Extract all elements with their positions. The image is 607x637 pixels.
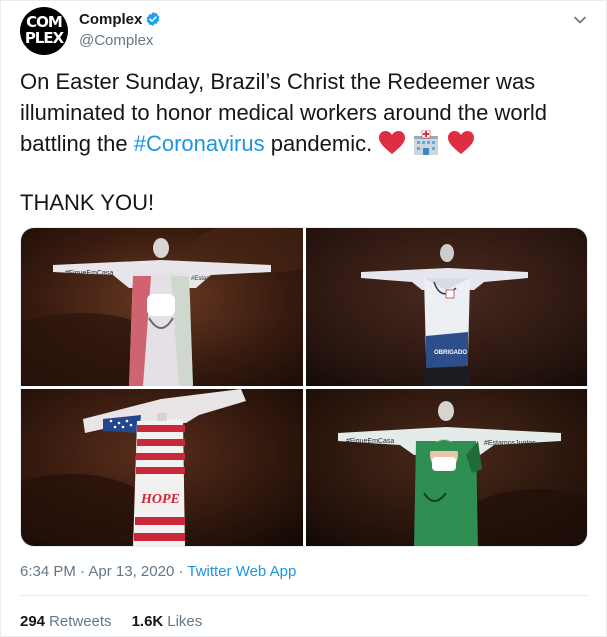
tweet-meta: 6:34 PM · Apr 13, 2020 · Twitter Web App bbox=[20, 563, 296, 580]
overlay-hashtag-left: #FiqueEmCasa bbox=[65, 270, 113, 277]
hospital-icon bbox=[414, 130, 439, 155]
tweet-card: COM PLEX Complex @Complex On Easter Sund… bbox=[0, 0, 607, 637]
handle[interactable]: @Complex bbox=[79, 32, 161, 49]
red-heart-icon bbox=[379, 131, 406, 154]
likes-count: 1.6K bbox=[131, 613, 164, 630]
tweet-stats: 294 Retweets 1.6K Likes bbox=[20, 613, 216, 630]
media-grid: #FiqueEmCasa #EstamosJuntos OBRIGADO HOP… bbox=[20, 227, 588, 547]
chevron-down-icon[interactable] bbox=[573, 13, 587, 27]
likes-stat[interactable]: 1.6K Likes bbox=[132, 613, 203, 630]
likes-label: Likes bbox=[167, 613, 203, 630]
avatar-logo-text-bottom: PLEX bbox=[24, 29, 64, 47]
tweet-header: COM PLEX Complex @Complex bbox=[20, 7, 595, 55]
retweets-label: Retweets bbox=[49, 613, 112, 630]
meta-separator: · bbox=[75, 563, 89, 580]
author-names: Complex @Complex bbox=[79, 9, 161, 49]
meta-separator: · bbox=[174, 563, 188, 580]
divider bbox=[20, 595, 588, 596]
tweet-date[interactable]: Apr 13, 2020 bbox=[88, 563, 174, 580]
media-image-1[interactable]: #FiqueEmCasa #EstamosJuntos bbox=[21, 228, 303, 386]
red-heart-icon bbox=[447, 131, 474, 154]
overlay-hashtag-right: #EstamosJuntos bbox=[191, 276, 235, 282]
retweets-count: 294 bbox=[20, 613, 46, 630]
overlay-obrigado-text: OBRIGADO bbox=[434, 350, 467, 356]
tweet-text: On Easter Sunday, Brazil’s Christ the Re… bbox=[20, 66, 590, 159]
overlay-hashtag-left: #FiqueEmCasa bbox=[346, 438, 394, 445]
media-image-3[interactable]: HOPE bbox=[21, 389, 303, 546]
display-name[interactable]: Complex bbox=[79, 11, 142, 28]
media-image-4[interactable]: #FiqueEmCasa #EstamosJuntos bbox=[306, 389, 587, 546]
retweets-stat[interactable]: 294 Retweets bbox=[20, 613, 112, 630]
overlay-hashtag-right: #EstamosJuntos bbox=[484, 440, 536, 447]
tweet-text-thanks: THANK YOU! bbox=[20, 190, 155, 215]
tweet-text-part2: pandemic. bbox=[264, 131, 373, 156]
avatar-logo-text-top: COM bbox=[26, 13, 63, 31]
verified-badge-icon bbox=[147, 12, 160, 26]
tweet-source-link[interactable]: Twitter Web App bbox=[187, 563, 296, 580]
avatar[interactable]: COM PLEX bbox=[20, 7, 68, 55]
tweet-time[interactable]: 6:34 PM bbox=[20, 563, 76, 580]
hashtag-link[interactable]: #Coronavirus bbox=[134, 131, 265, 156]
overlay-hope-text: HOPE bbox=[140, 492, 180, 507]
media-image-2[interactable]: OBRIGADO bbox=[306, 228, 587, 386]
